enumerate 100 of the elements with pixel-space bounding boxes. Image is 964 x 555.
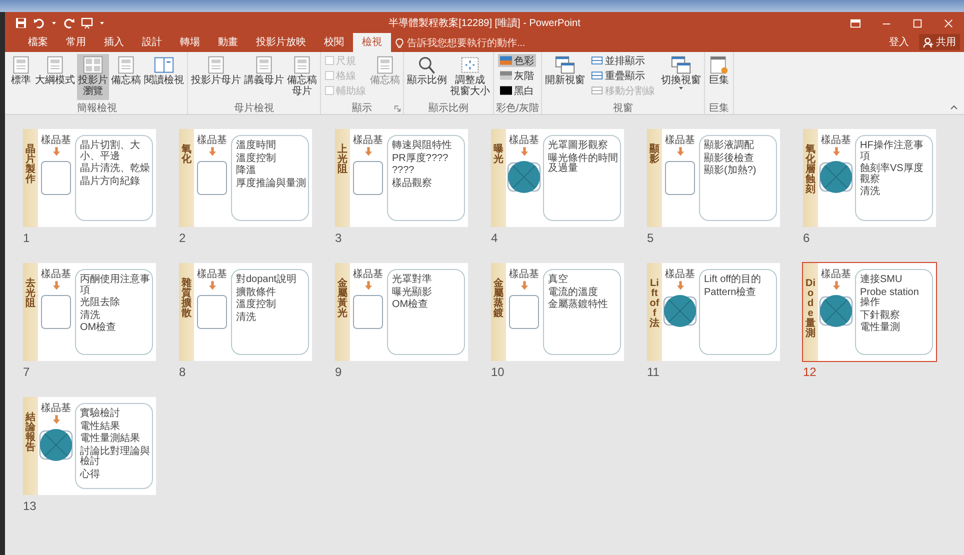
color-swatch-icon	[500, 86, 512, 95]
slide-thumbnail[interactable]: 金屬黃光 樣品基 光罩對準 曝光顯影 OM檢查	[334, 262, 469, 362]
slide-thumbnail[interactable]: 曝光 樣品基 光罩圖形觀察 曝光條件的時間及過量	[490, 128, 625, 228]
ribbon-button[interactable]: 投影片母片	[190, 54, 242, 100]
bullet-text: 實驗檢討	[80, 409, 121, 420]
slide-thumbnail[interactable]: 金屬蒸鍍 樣品基 真空 電流的溫度 金屬蒸鍍特性	[490, 262, 625, 362]
bullet-text: 清洗	[860, 187, 881, 198]
slide-thumbnail[interactable]: 雜質擴散 樣品基 對dopant說明 擴散條件 溫度控制 清洗	[178, 262, 313, 362]
ribbon-button[interactable]: 閱讀檢視	[143, 54, 185, 100]
collapse-ribbon-icon[interactable]	[950, 104, 958, 110]
ribbon-tab[interactable]: 轉場	[171, 33, 209, 52]
tell-me-field[interactable]: 告訴我您想要執行的動作...	[395, 38, 557, 52]
crossed-circle-drawing	[819, 294, 853, 328]
customize-caret-icon[interactable]	[99, 20, 105, 26]
ribbon-button[interactable]: 備忘稿	[110, 54, 142, 100]
slide-title: Diode量測	[806, 279, 816, 341]
maximize-icon[interactable]	[912, 18, 923, 28]
presentation-icon[interactable]	[81, 17, 93, 29]
ribbon-display-icon[interactable]	[850, 18, 861, 28]
sample-label: 樣品基	[821, 135, 851, 146]
slide-thumbnail[interactable]: 氧化層蝕刻 樣品基 HF操作注意事項 蝕刻率VS厚度觀察 清洗	[802, 128, 937, 228]
down-arrow-icon	[52, 147, 60, 156]
ribbon-button[interactable]: 標準	[9, 54, 33, 100]
slide-thumbnail[interactable]: 上光阻 樣品基 轉速與阻特性 PR厚度???? ???? 樣品觀察	[334, 128, 469, 228]
ribbon-tab[interactable]: 檔案	[19, 33, 57, 52]
slide-title: 顯影	[650, 145, 660, 167]
slide-thumbnail[interactable]: 晶片製作 樣品基 晶片切割、大小、平邊 晶片清洗、乾燥 晶片方向紀錄	[22, 128, 157, 228]
undo-icon[interactable]	[33, 17, 45, 29]
down-arrow-icon	[832, 281, 840, 290]
slide-title: 去光阻	[26, 279, 36, 311]
image-placeholder-box	[197, 295, 227, 329]
slide-title: 結論報告	[26, 413, 36, 455]
ribbon-tab[interactable]: 常用	[57, 33, 95, 52]
down-arrow-icon	[52, 281, 60, 290]
redo-icon[interactable]	[63, 17, 75, 29]
bullet-text: 曝光條件的時間及過量	[548, 154, 618, 174]
sign-in-link[interactable]: 登入	[883, 34, 915, 50]
image-placeholder-box	[509, 295, 539, 329]
view-layout-icon	[153, 55, 175, 75]
ribbon-button[interactable]: 巨集	[706, 54, 731, 100]
bullet-text: 討論比對理論與檢討	[80, 446, 150, 468]
ribbon-button[interactable]: 投影片 瀏覽	[77, 54, 109, 100]
color-mode-button[interactable]: 色彩	[498, 54, 536, 67]
save-icon[interactable]	[15, 17, 27, 29]
slide-thumbnail[interactable]: 結論報告 樣品基 實驗檢討 電性結果 電性量測結果 討論比對理論與檢討 心得	[22, 396, 157, 496]
sample-label: 樣品基	[41, 269, 71, 280]
dialog-launcher-icon[interactable]	[394, 104, 401, 112]
bullet-text: 心得	[80, 470, 101, 480]
close-icon[interactable]	[943, 18, 954, 28]
color-mode-button[interactable]: 灰階	[498, 69, 536, 82]
slide-thumbnail[interactable]: 氧化 樣品基 溫度時間 溫度控制 降溫 厚度推論與量測	[178, 128, 313, 228]
ribbon-button[interactable]: 顯示比例	[406, 54, 448, 100]
ribbon-tab[interactable]: 插入	[95, 33, 133, 52]
sample-label: 樣品基	[665, 269, 695, 280]
ribbon-tab[interactable]: 設計	[133, 33, 171, 52]
caret-icon[interactable]	[51, 20, 57, 26]
slide-number: 9	[334, 364, 343, 381]
ribbon-small-button[interactable]: 並排顯示	[588, 54, 657, 67]
image-placeholder-box	[353, 161, 383, 195]
slide-thumbnail[interactable]: Lift off法 樣品基 Lift off的目的 Pattern檢查	[646, 262, 781, 362]
ribbon-button[interactable]: 講義母片	[243, 54, 285, 100]
sample-label: 樣品基	[665, 135, 695, 146]
slide-title: Lift off法	[650, 279, 660, 331]
ribbon-tab[interactable]: 檢視	[353, 33, 391, 52]
view-layout-icon	[708, 55, 730, 75]
ribbon-tab[interactable]: 投影片放映	[247, 33, 315, 52]
ribbon-button[interactable]: 大綱模式	[34, 54, 76, 100]
color-swatch-icon	[500, 56, 512, 65]
slide-thumbnail[interactable]: 去光阻 樣品基 丙酮使用注意事項 光阻去除 清洗 OM檢查	[22, 262, 157, 362]
bullet-text: 晶片方向紀錄	[80, 176, 141, 187]
slide-thumbnail[interactable]: 顯影 樣品基 顯影液調配 顯影後檢查 顯影(加熱?)	[646, 128, 781, 228]
bullet-text: 光罩圖形觀察	[548, 141, 609, 152]
ribbon-tab[interactable]: 校閱	[315, 33, 353, 52]
group-label: 視窗	[612, 102, 633, 115]
ribbon-small-button[interactable]: 重疊顯示	[588, 69, 657, 82]
view-layout-icon	[554, 55, 576, 75]
bullet-text: 連接SMU	[860, 275, 904, 286]
bullet-text: 對dopant說明	[236, 275, 298, 286]
slide-title: 上光阻	[338, 145, 348, 177]
person-icon	[923, 36, 934, 48]
down-arrow-icon	[520, 281, 528, 290]
slide-number: 6	[802, 230, 811, 247]
ribbon-button[interactable]: 備忘稿 母片	[286, 54, 318, 100]
slide-title: 氧化層蝕刻	[806, 145, 816, 197]
crossed-circle-drawing	[39, 428, 73, 462]
slide-title: 曝光	[494, 145, 504, 167]
ribbon-button[interactable]: 切換視窗	[660, 54, 702, 100]
group-label: 母片檢視	[234, 102, 274, 115]
share-button[interactable]: 共用	[919, 34, 960, 50]
down-arrow-icon	[520, 147, 528, 156]
crossed-circle-drawing	[819, 160, 853, 194]
ribbon-button[interactable]: 調整成 視窗大小	[449, 54, 491, 100]
bullet-text: 溫度時間	[236, 141, 277, 152]
ribbon-button[interactable]: 開新視窗	[544, 54, 586, 100]
bullet-text: 光罩對準	[392, 275, 433, 286]
image-placeholder-box	[665, 161, 695, 195]
ribbon-tab[interactable]: 動畫	[209, 33, 247, 52]
color-mode-button[interactable]: 黑白	[498, 84, 536, 97]
slide-thumbnail[interactable]: Diode量測 樣品基 連接SMU Probe station 操作 下針觀察 電性量測	[802, 262, 937, 362]
image-placeholder-box	[353, 295, 383, 329]
